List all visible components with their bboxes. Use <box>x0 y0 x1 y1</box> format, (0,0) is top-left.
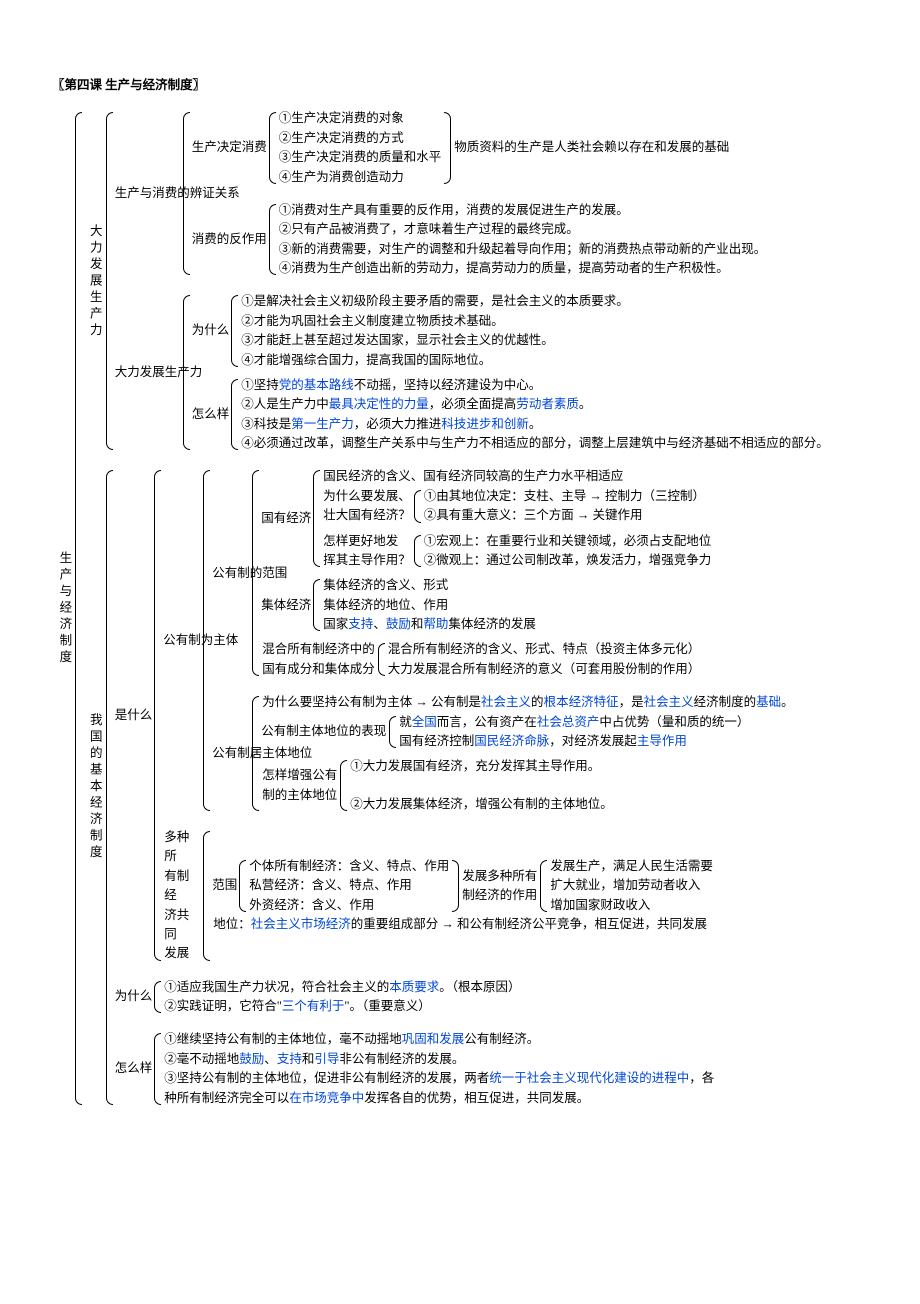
why-i2: ②才能为巩固社会主义制度建立物质技术基础。 <box>238 312 632 331</box>
pub-scope-label: 公有制的范围 <box>210 564 252 583</box>
s2why-i2: ②实践证明，它符合"三个有利于"。（重要意义） <box>161 997 523 1016</box>
multi-l2: 有制经 <box>161 867 203 906</box>
multi-l4: 发展 <box>161 944 203 963</box>
how-i3: ③科技是第一生产力，必须大力推进科技进步和创新。 <box>238 415 832 434</box>
state-q1l1: 为什么要发展、 <box>320 487 414 506</box>
s2-what-label: 是什么 <box>113 706 155 725</box>
state-q1a2: ②具有重大意义：三个方面 → 关键作用 <box>421 506 708 525</box>
s1b-how-label: 怎么样 <box>190 405 232 424</box>
s1b-label: 大力发展生产力 <box>113 363 183 382</box>
coll-econ-label: 集体经济 <box>259 596 313 615</box>
how-i4: ④必须通过改革，调整生产关系中与生产力不相适应的部分，调整上层建筑中与经济基础不… <box>238 434 832 453</box>
scope-i3: 外资经济：含义、作用 <box>246 896 452 915</box>
main-r1: 为什么要坚持公有制为主体 → 公有制是社会主义的根本经济特征，是社会主义经济制度… <box>259 693 796 712</box>
coll-i1: 集体经济的含义、形式 <box>320 576 539 595</box>
state-q2a2: ②微观上：通过公司制改革，焕发活力，增强竞争力 <box>421 551 715 570</box>
state-q2l2: 挥其主导作用？ <box>320 551 414 570</box>
p1-i4: ④生产为消费创造动力 <box>276 168 445 187</box>
r2-i1: 就全国而言，公有资产在社会总资产中占优势（量和质的统一） <box>396 713 752 732</box>
pub-main-label: 公有制居主体地位 <box>210 744 252 763</box>
section1-label: 大力发展生产力 <box>82 224 105 340</box>
p2-i4: ④消费为生产创造出新的劳动力，提高劳动力的质量，提高劳动者的生产积极性。 <box>276 259 770 278</box>
r3-l1: 怎样增强公有 <box>259 766 340 785</box>
mix-l1: 混合所有制经济中的 <box>259 640 378 659</box>
s2why-i1: ①适应我国生产力状况，符合社会主义的本质要求。（根本原因） <box>161 978 523 997</box>
state-q1l2: 壮大国有经济？ <box>320 506 414 525</box>
why-i4: ④才能增强综合国力，提高我国的国际地位。 <box>238 351 632 370</box>
main-r2-label: 公有制主体地位的表现 <box>259 722 389 741</box>
scope-i1: 个体所有制经济：含义、特点、作用 <box>246 857 452 876</box>
s2how-i2: ②毫不动摇地鼓励、支持和引导非公有制经济的发展。 <box>161 1050 721 1069</box>
p1-note: 物质资料的生产是人类社会赖以存在和发展的基础 <box>451 138 732 157</box>
section2-label: 我国的基本经济制度 <box>82 713 105 862</box>
mix-l2: 国有成分和集体成分 <box>259 660 378 679</box>
page-title: 〖第四课 生产与经济制度〗 <box>52 76 868 95</box>
how-i2: ②人是生产力中最具决定性的力量，必须全面提高劳动者素质。 <box>238 395 832 414</box>
s2how-i1: ①继续坚持公有制的主体地位，毫不动摇地巩固和发展公有制经济。 <box>161 1030 721 1049</box>
multi-l1: 多种所 <box>161 828 203 867</box>
r3-i2: ②大力发展集体经济，增强公有制的主体地位。 <box>347 795 616 814</box>
why-i1: ①是解决社会主义初级阶段主要矛盾的需要，是社会主义的本质要求。 <box>238 292 632 311</box>
s1b-why-label: 为什么 <box>190 321 232 340</box>
produce-decide-label: 生产决定消费 <box>190 138 269 157</box>
p2-i1: ①消费对生产具有重要的反作用，消费的发展促进生产的发展。 <box>276 201 770 220</box>
state-q2l1: 怎样更好地发 <box>320 532 414 551</box>
consume-react-label: 消费的反作用 <box>190 230 269 249</box>
p1-i1: ①生产决定消费的对象 <box>276 109 445 128</box>
p1-i2: ②生产决定消费的方式 <box>276 129 445 148</box>
root-label: 生产与经济制度 <box>52 551 75 667</box>
how-i1: ①坚持党的基本路线不动摇，坚持以经济建设为中心。 <box>238 376 832 395</box>
multi-pos: 地位：社会主义市场经济的重要组成部分 → 和公有制经济公平竞争，相互促进，共同发… <box>210 915 716 934</box>
s2-why-label: 为什么 <box>113 987 155 1006</box>
s1a-label: 生产与消费的辨证关系 <box>113 184 183 203</box>
coll-i2: 集体经济的地位、作用 <box>320 596 539 615</box>
mix-i2: 大力发展混合所有制经济的意义（可套用股份制的作用） <box>385 660 704 679</box>
p1-i3: ③生产决定消费的质量和水平 <box>276 148 445 167</box>
p2-i3: ③新的消费需要，对生产的调整和升级起着导向作用；新的消费热点带动新的产业出现。 <box>276 240 770 259</box>
scope-i2: 私营经济：含义、特点、作用 <box>246 876 452 895</box>
s2-how-label: 怎么样 <box>113 1059 155 1078</box>
pub-label: 公有制为主体 <box>161 631 203 650</box>
p2-i2: ②只有产品被消费了，才意味着生产过程的最终完成。 <box>276 220 770 239</box>
multi-l3: 济共同 <box>161 906 203 945</box>
r3-i1: ①大力发展国有经济，充分发挥其主导作用。 <box>347 757 616 776</box>
why-i3: ③才能赶上甚至超过发达国家，显示社会主义的优越性。 <box>238 331 632 350</box>
coll-i3: 国家支持、鼓励和帮助集体经济的发展 <box>320 615 539 634</box>
role-i3: 增加国家财政收入 <box>547 896 716 915</box>
state-econ-label: 国有经济 <box>259 509 313 528</box>
state-q2a1: ①宏观上：在重要行业和关键领域，必须占支配地位 <box>421 532 715 551</box>
role-l2: 制经济的作用 <box>459 886 540 905</box>
r2-i2: 国有经济控制国民经济命脉，对经济发展起主导作用 <box>396 732 752 751</box>
r3-l2: 制的主体地位 <box>259 786 340 805</box>
role-i1: 发展生产，满足人民生活需要 <box>547 857 716 876</box>
multi-scope-label: 范围 <box>210 876 239 895</box>
role-l1: 发展多种所有 <box>459 867 540 886</box>
s2how-i3: ③坚持公有制的主体地位，促进非公有制经济的发展，两者统一于社会主义现代化建设的进… <box>161 1069 721 1108</box>
mix-i1: 混合所有制经济的含义、形式、特点（投资主体多元化） <box>385 640 704 659</box>
root-tree: 生产与经济制度 大力发展生产力 生产与消费的辨证关系 生产决定消费 ①生产决定 <box>52 109 868 1108</box>
state-i1: 国民经济的含义、国有经济同较高的生产力水平相适应 <box>320 467 714 486</box>
role-i2: 扩大就业，增加劳动者收入 <box>547 876 716 895</box>
state-q1a1: ①由其地位决定：支柱、主导 → 控制力（三控制） <box>421 487 708 506</box>
